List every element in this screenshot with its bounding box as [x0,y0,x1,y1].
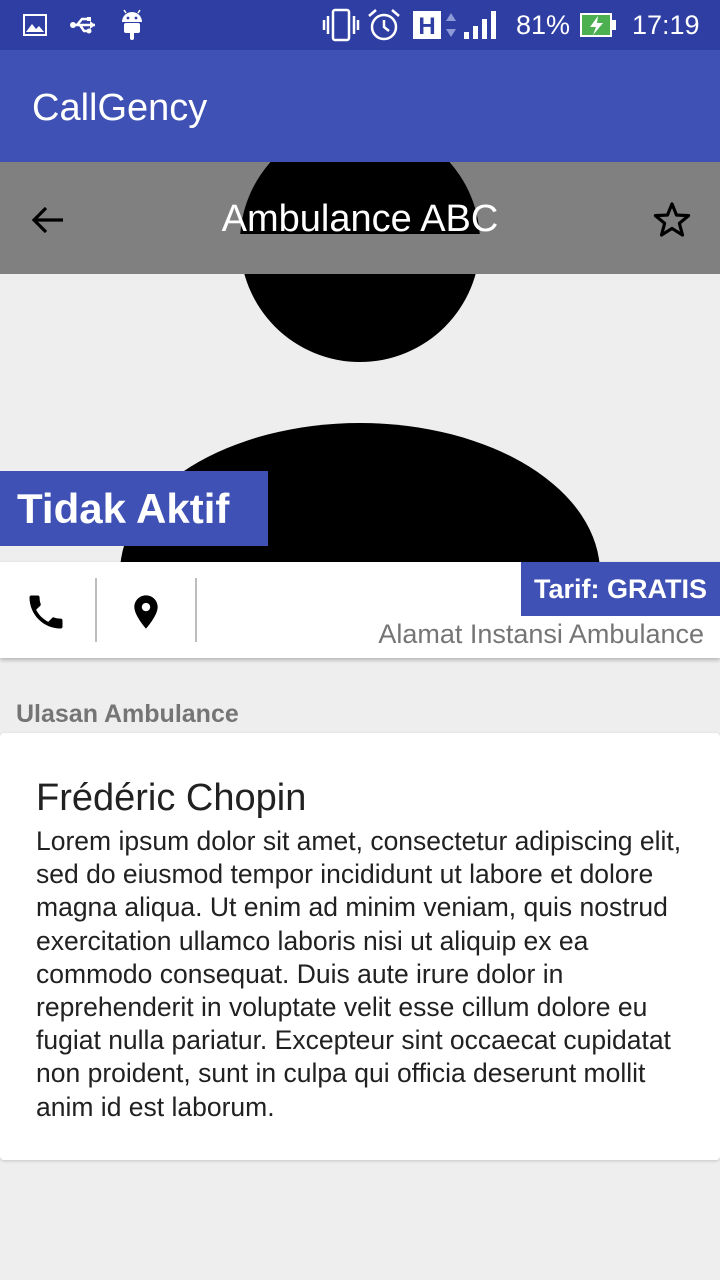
alarm-icon [366,8,402,42]
battery-charging-icon [578,8,618,42]
app-bar: CallGency [0,50,720,162]
vibrate-icon [322,8,360,42]
screen: H 81% 17:19 CallGency Ambulance ABC Tida… [0,0,720,1280]
section-title: Ulasan Ambulance [16,700,239,728]
signal-icon [462,8,498,42]
tariff-badge: Tarif: GRATIS [521,562,720,616]
phone-icon [29,595,63,629]
map-pin-icon [134,595,158,629]
data-activity-icon [445,8,457,42]
status-badge: Tidak Aktif [0,471,268,546]
android-icon [118,8,146,42]
review-card: Frédéric Chopin Lorem ipsum dolor sit am… [0,733,720,1160]
app-title: CallGency [32,87,208,129]
page-title: Ambulance ABC [221,198,499,240]
clock: 17:19 [632,10,700,40]
usb-icon [68,8,100,42]
star-outline-icon [653,202,691,237]
review-author: Frédéric Chopin [36,777,307,819]
review-text: Lorem ipsum dolor sit amet, consectetur … [36,826,682,1122]
profile-header: Ambulance ABC Tidak Aktif [0,162,720,562]
favorite-button[interactable] [648,196,696,244]
divider [195,578,197,642]
divider [95,578,97,642]
call-button[interactable] [18,586,74,638]
battery-percent: 81% [516,10,571,40]
address-text: Alamat Instansi Ambulance [378,619,704,649]
location-button[interactable] [118,586,174,638]
info-card: Tarif: GRATIS Alamat Instansi Ambulance [0,562,720,658]
network-h-icon: H [412,8,442,42]
status-bar: H 81% 17:19 [0,0,720,50]
image-icon [22,8,48,42]
svg-text:H: H [418,13,435,40]
